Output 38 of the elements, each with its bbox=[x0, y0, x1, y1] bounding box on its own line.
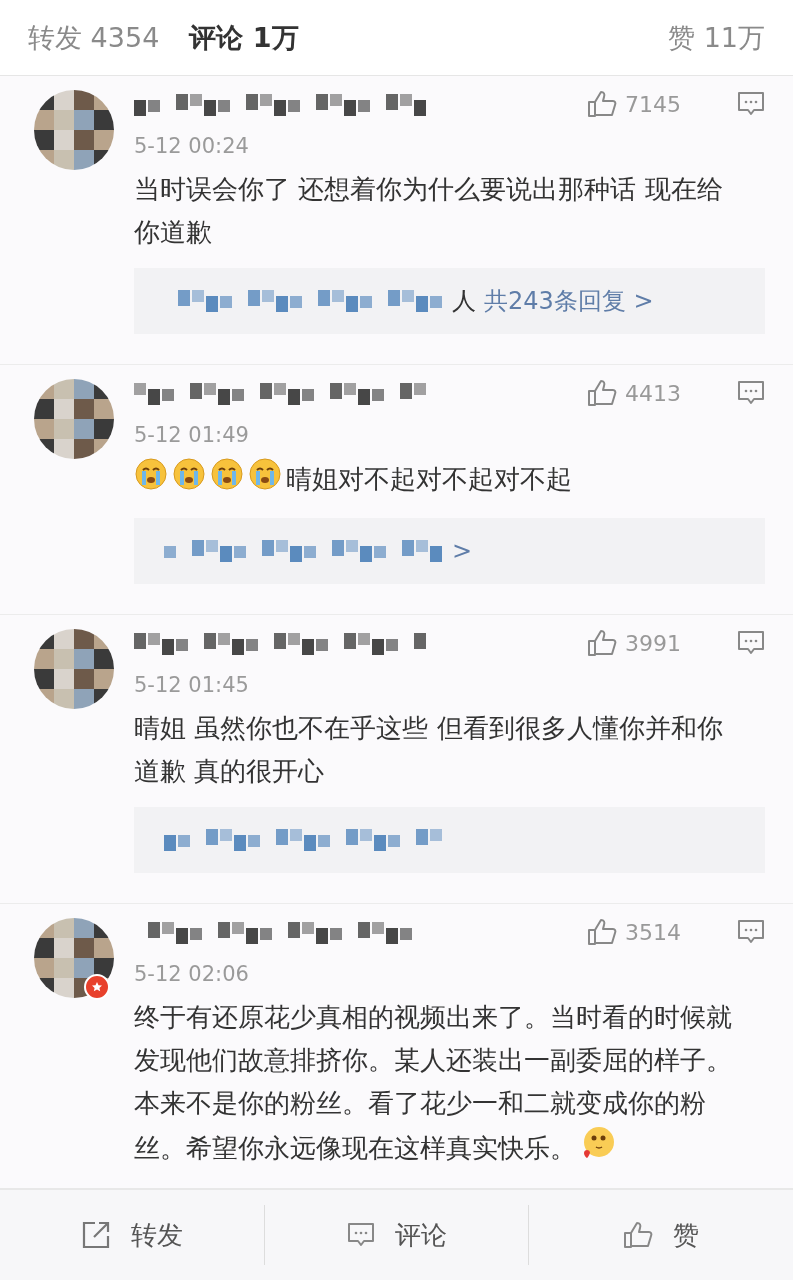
reply-preview[interactable]: 人 共243条回复 > bbox=[134, 268, 765, 334]
reply-author: 人 bbox=[452, 286, 476, 317]
crying-face-icon bbox=[248, 457, 282, 491]
thumbs-up-icon[interactable] bbox=[587, 90, 617, 118]
action-button[interactable]: 赞 bbox=[528, 1205, 793, 1265]
thumbs-up-icon[interactable] bbox=[587, 918, 617, 946]
comment-text: 晴姐 虽然你也不在乎这些 但看到很多人懂你并和你道歉 真的很开心 bbox=[134, 712, 724, 788]
reply-icon[interactable] bbox=[737, 380, 765, 406]
like-count: 3514 bbox=[625, 919, 681, 945]
reply-preview[interactable]: > bbox=[134, 518, 765, 584]
comment-text: 当时误会你了 还想着你为什么要说出那种话 现在给你道歉 bbox=[134, 173, 724, 249]
action-button[interactable]: 转发 bbox=[0, 1205, 264, 1265]
reply-icon[interactable] bbox=[737, 919, 765, 945]
like-count: 4413 bbox=[625, 380, 681, 406]
thumbs-up-icon[interactable] bbox=[623, 1221, 654, 1249]
more-replies-link[interactable]: 共243条回复 > bbox=[484, 285, 654, 317]
thumbs-up-icon[interactable] bbox=[587, 379, 617, 407]
likes-count: 赞 11万 bbox=[668, 20, 765, 55]
comment-text: 终于有还原花少真相的视频出来了。当时看的时候就发现他们故意排挤你。某人还装出一副委屈的样子。本来不是你的粉丝。看了花少一和二就变成你的粉丝。希望你永远像现在这样真实快乐。 bbox=[134, 1001, 733, 1165]
share-icon bbox=[80, 1220, 111, 1250]
thumbs-up-icon[interactable] bbox=[587, 629, 617, 657]
comment-date: 5-12 01:45 bbox=[134, 673, 250, 697]
crying-face-icon bbox=[134, 457, 168, 491]
comment-icon[interactable] bbox=[346, 1222, 375, 1248]
tab[interactable]: 评论 1万 bbox=[189, 19, 299, 56]
comment-date: 5-12 00:24 bbox=[134, 134, 250, 158]
crying-face-icon bbox=[210, 457, 244, 491]
comment-date: 5-12 02:06 bbox=[134, 962, 250, 986]
like-count: 7145 bbox=[625, 91, 681, 117]
reply-preview[interactable] bbox=[134, 807, 765, 873]
comment-text: 晴姐对不起对不起对不起 bbox=[134, 457, 740, 504]
action-button[interactable]: 评论 bbox=[263, 1205, 529, 1265]
more-replies-link[interactable]: > bbox=[452, 537, 473, 565]
like-count: 3991 bbox=[625, 630, 681, 656]
reply-icon[interactable] bbox=[737, 91, 765, 117]
crying-face-icon bbox=[172, 457, 206, 491]
comment-date: 5-12 01:49 bbox=[134, 423, 250, 447]
reply-icon[interactable] bbox=[737, 630, 765, 656]
